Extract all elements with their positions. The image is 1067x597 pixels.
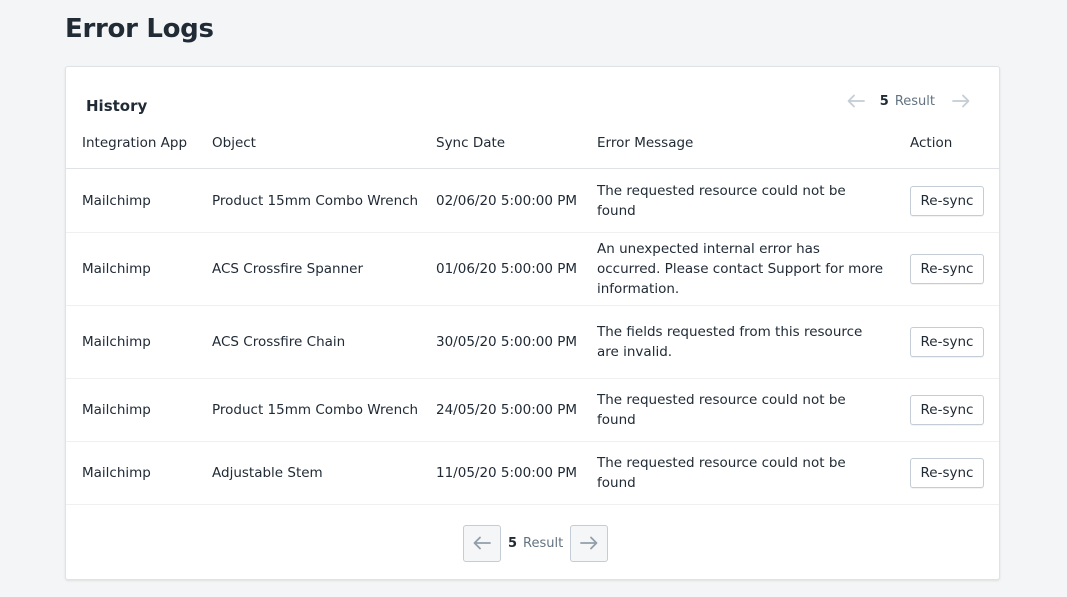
previous-page-button[interactable] (463, 524, 501, 562)
result-label: Result (894, 93, 935, 109)
resync-button[interactable]: Re-sync (910, 395, 984, 425)
cell-object: Product 15mm Combo Wrench (212, 402, 419, 418)
cell-integration-app: Mailchimp (82, 261, 151, 277)
table-row: Mailchimp Product 15mm Combo Wrench 24/0… (66, 379, 999, 442)
cell-error-message: The requested resource could not be foun… (597, 183, 846, 219)
cell-integration-app: Mailchimp (82, 334, 151, 350)
column-header-error-message: Error Message (597, 135, 694, 151)
resync-button[interactable]: Re-sync (910, 254, 984, 284)
cell-object: ACS Crossfire Chain (212, 334, 346, 350)
cell-object: Product 15mm Combo Wrench (212, 193, 419, 209)
cell-sync-date: 11/05/20 5:00:00 PM (436, 465, 578, 481)
table-row: Mailchimp Product 15mm Combo Wrench 02/0… (66, 170, 999, 233)
arrow-right-icon (580, 536, 598, 550)
cell-object: Adjustable Stem (212, 465, 323, 481)
bottom-pagination: 5 Result (463, 524, 609, 562)
result-count: 5 (508, 535, 518, 551)
column-header-integration-app: Integration App (82, 135, 188, 151)
cell-sync-date: 24/05/20 5:00:00 PM (436, 402, 578, 418)
column-header-action: Action (910, 135, 953, 151)
table-body: Mailchimp Product 15mm Combo Wrench 02/0… (66, 170, 999, 505)
next-page-button[interactable] (570, 524, 609, 562)
result-label: Result (523, 535, 564, 551)
table-header: Integration App Object Sync Date Error M… (66, 125, 999, 169)
table-row: Mailchimp ACS Crossfire Chain 30/05/20 5… (66, 306, 999, 379)
cell-integration-app: Mailchimp (82, 402, 151, 418)
column-header-object: Object (212, 135, 256, 151)
arrow-right-icon[interactable] (951, 91, 971, 111)
page-title: Error Logs (65, 14, 214, 44)
resync-button[interactable]: Re-sync (910, 458, 984, 488)
cell-object: ACS Crossfire Spanner (212, 261, 364, 277)
resync-button[interactable]: Re-sync (910, 327, 984, 357)
history-card: History 5 Result Integration App Object … (65, 66, 1000, 580)
cell-sync-date: 01/06/20 5:00:00 PM (436, 261, 578, 277)
resync-button[interactable]: Re-sync (910, 186, 984, 216)
result-count: 5 (879, 93, 889, 109)
top-pagination: 5 Result (846, 91, 971, 111)
cell-error-message: The requested resource could not be foun… (597, 455, 846, 491)
arrow-left-icon[interactable] (846, 91, 866, 111)
table-row: Mailchimp ACS Crossfire Spanner 01/06/20… (66, 233, 999, 306)
column-header-sync-date: Sync Date (436, 135, 506, 151)
cell-error-message: An unexpected internal error has occurre… (597, 241, 884, 297)
cell-sync-date: 30/05/20 5:00:00 PM (436, 334, 578, 350)
cell-integration-app: Mailchimp (82, 465, 151, 481)
cell-error-message: The requested resource could not be foun… (597, 392, 846, 428)
table-row: Mailchimp Adjustable Stem 11/05/20 5:00:… (66, 442, 999, 505)
arrow-left-icon (473, 536, 491, 550)
cell-integration-app: Mailchimp (82, 193, 151, 209)
cell-error-message: The fields requested from this resource … (597, 324, 863, 360)
cell-sync-date: 02/06/20 5:00:00 PM (436, 193, 578, 209)
card-title: History (86, 97, 148, 115)
card-header: History 5 Result (66, 67, 999, 117)
